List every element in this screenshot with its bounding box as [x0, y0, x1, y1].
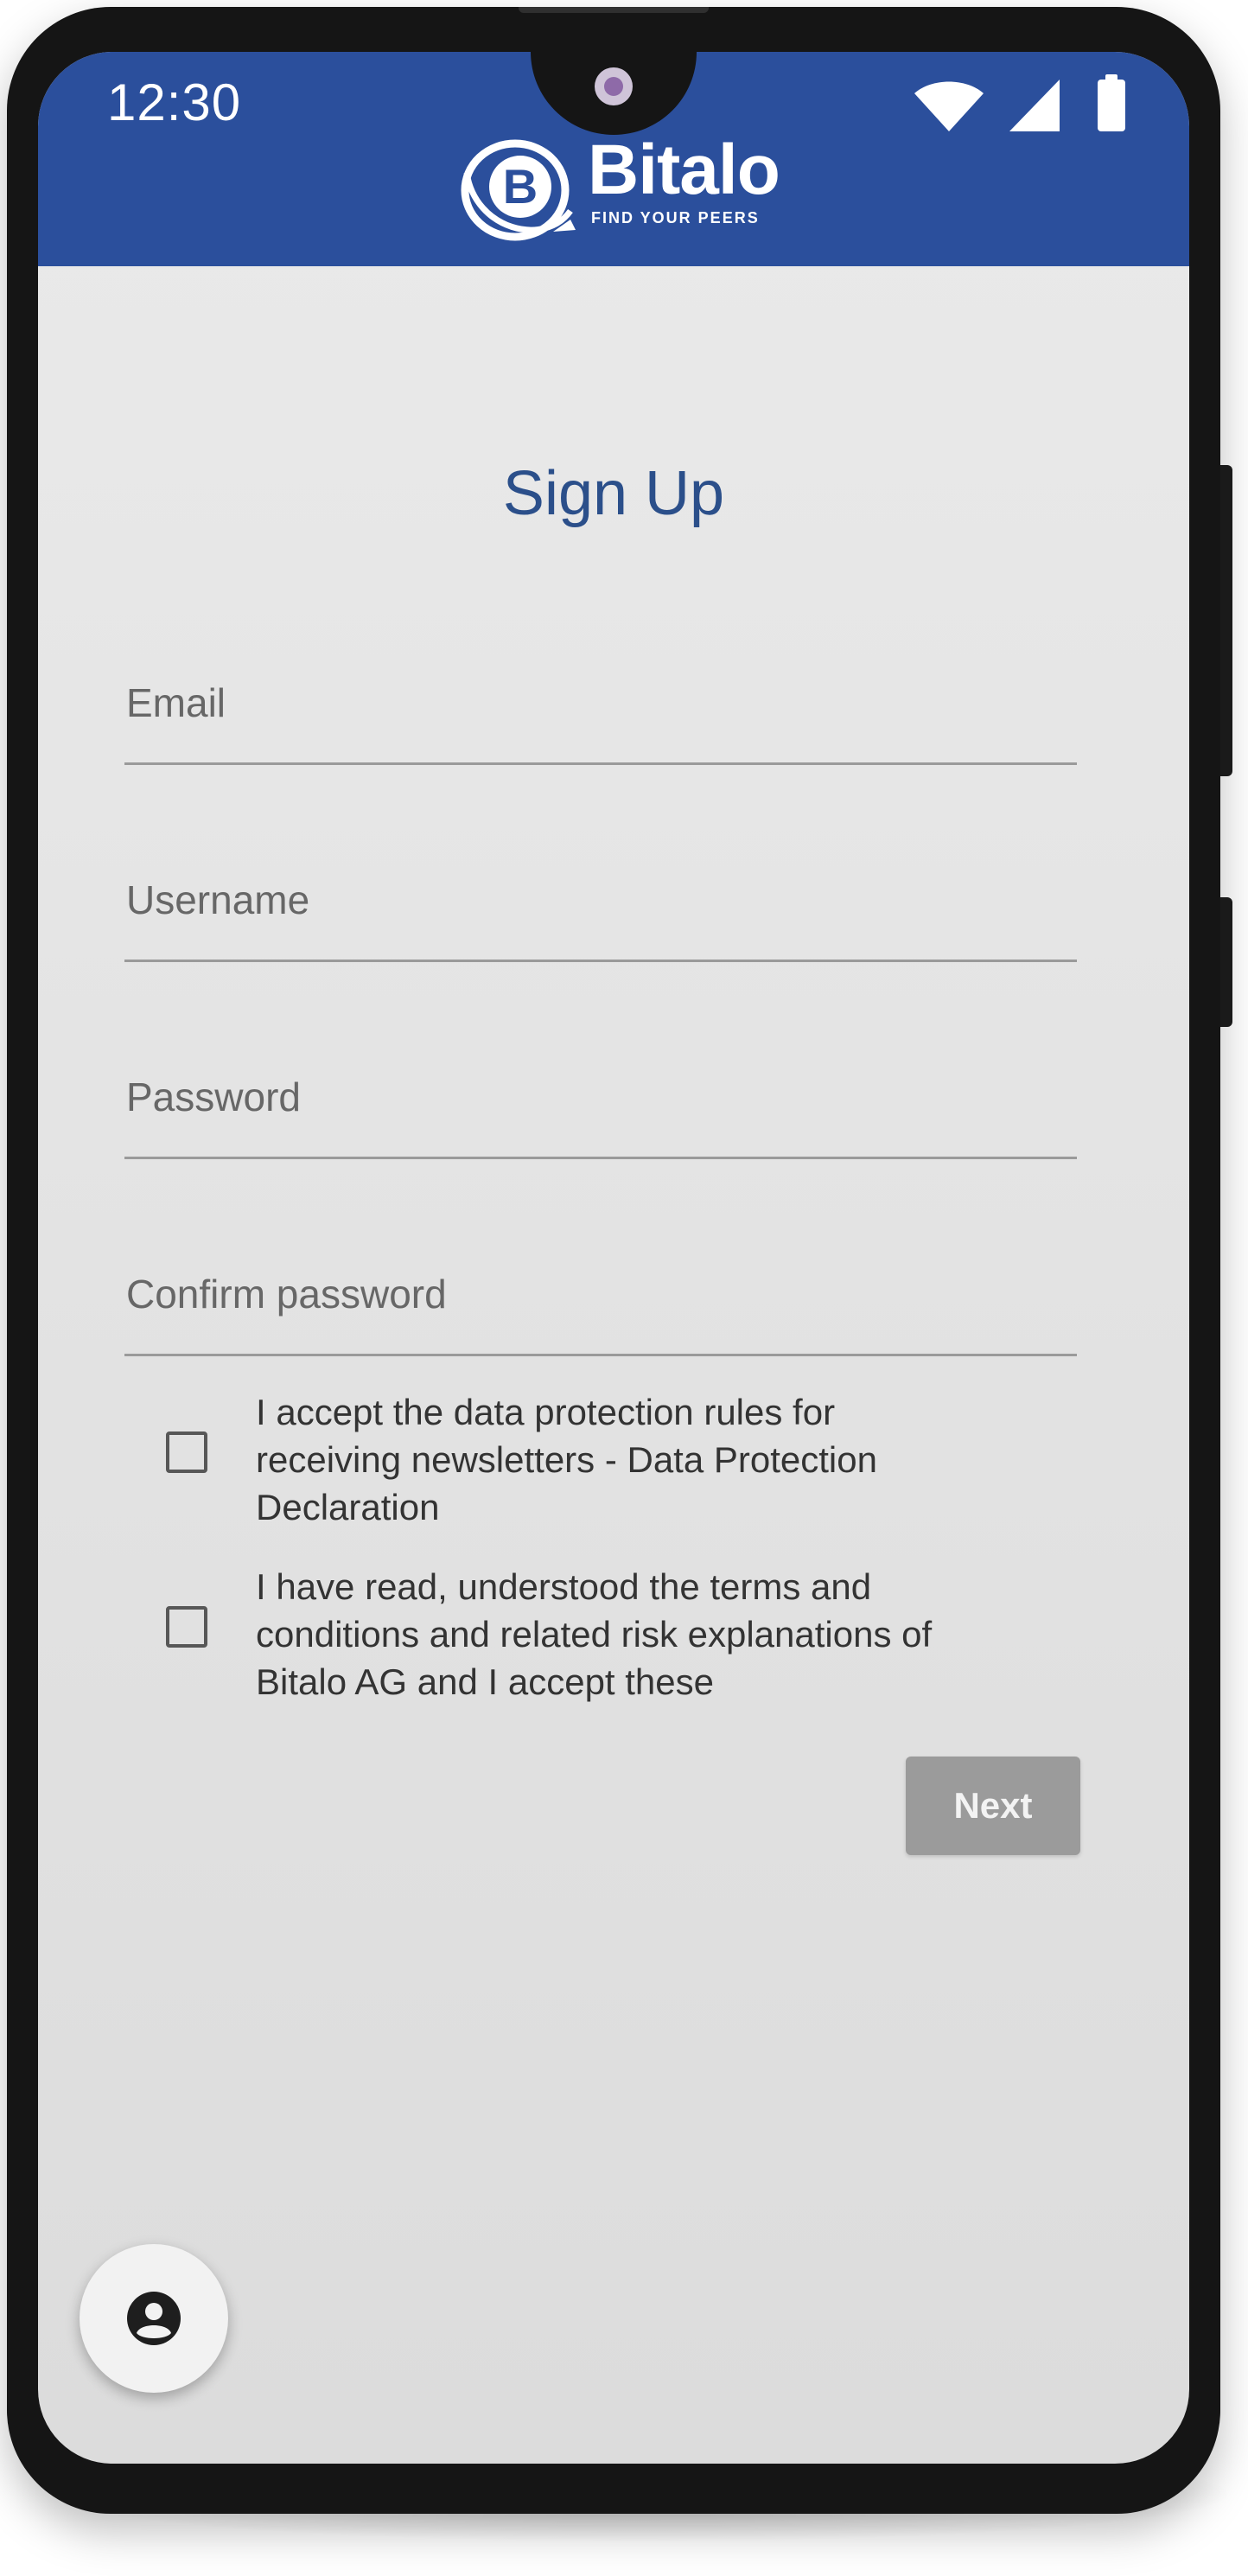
terms-consent-line-3: Bitalo AG and I accept these	[256, 1661, 715, 1702]
terms-consent-line-2: conditions and related risk explanations…	[256, 1614, 933, 1655]
app-header: 12:30 B Bitalo FIND YOUR PEERS	[38, 52, 1189, 266]
bitcoin-logo-icon: B	[461, 139, 576, 241]
svg-text:B: B	[503, 159, 538, 214]
signal-icon	[1009, 80, 1060, 131]
page-title: Sign Up	[502, 459, 725, 528]
password-field[interactable]: Password	[124, 1053, 1077, 1159]
username-field[interactable]: Username	[124, 856, 1077, 962]
camera-notch	[531, 52, 697, 135]
terms-consent-checkbox[interactable]	[166, 1606, 207, 1648]
email-field-label: Email	[126, 680, 226, 725]
newsletter-consent-label: I accept the data protection rules for r…	[256, 1388, 1051, 1531]
earpiece	[519, 7, 709, 13]
terms-consent-line-1: I have read, understood the terms and	[256, 1566, 872, 1607]
bitalo-logo: B Bitalo FIND YOUR PEERS	[458, 131, 786, 256]
next-button[interactable]: Next	[906, 1757, 1080, 1855]
newsletter-consent-line-1: I accept the data protection rules for	[256, 1392, 836, 1432]
password-field-label: Password	[126, 1074, 301, 1119]
power-button	[1220, 897, 1232, 1027]
logo-tagline: FIND YOUR PEERS	[591, 209, 760, 226]
newsletter-consent-line-2: receiving newsletters - Data Protection	[256, 1439, 877, 1480]
wifi-icon	[914, 81, 984, 131]
account-circle-icon	[127, 2292, 181, 2345]
status-time: 12:30	[107, 73, 242, 131]
phone-frame: 12:30 B Bitalo FIND YOUR PEERS Sign Up E…	[7, 7, 1232, 2514]
battery-icon	[1098, 74, 1125, 131]
logo-wordmark: Bitalo	[588, 131, 780, 209]
confirm-password-field[interactable]: Confirm password	[124, 1250, 1077, 1356]
newsletter-consent-line-3: Declaration	[256, 1487, 440, 1527]
status-icons	[913, 73, 1181, 133]
confirm-password-field-label: Confirm password	[126, 1272, 447, 1317]
terms-consent-label: I have read, understood the terms and co…	[256, 1563, 1051, 1706]
account-fab-button[interactable]	[80, 2244, 228, 2393]
front-camera	[595, 67, 633, 105]
email-field[interactable]: Email	[124, 659, 1077, 765]
newsletter-consent-checkbox[interactable]	[166, 1431, 207, 1473]
volume-button	[1220, 465, 1232, 776]
username-field-label: Username	[126, 877, 310, 922]
screen: 12:30 B Bitalo FIND YOUR PEERS Sign Up E…	[38, 52, 1189, 2464]
